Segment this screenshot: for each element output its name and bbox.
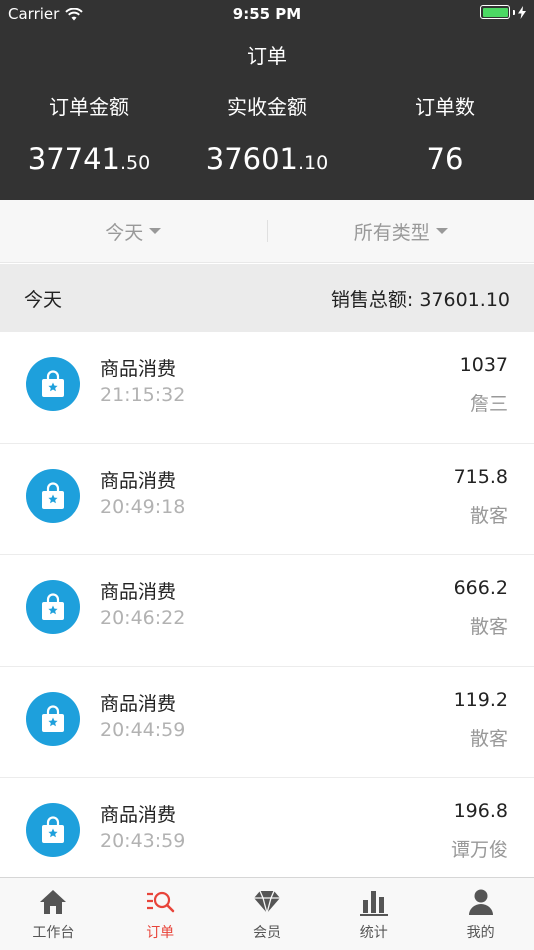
order-row[interactable]: 商品消费 20:43:59 196.8 谭万俊	[0, 778, 534, 890]
order-type: 商品消费	[100, 469, 177, 492]
order-customer: 散客	[469, 504, 508, 527]
stat-order-count: 订单数 76	[356, 92, 534, 180]
diamond-icon	[252, 887, 282, 917]
order-customer: 散客	[469, 727, 508, 750]
tab-members[interactable]: 会员	[214, 878, 321, 950]
order-row[interactable]: 商品消费 21:15:32 1037 詹三	[0, 332, 534, 444]
battery-icon	[480, 5, 510, 19]
shopping-bag-icon	[26, 803, 80, 857]
shopping-bag-icon	[26, 691, 80, 746]
order-amount: 666.2	[453, 577, 508, 599]
stat-value: 37601.10	[178, 142, 356, 180]
order-customer: 散客	[469, 616, 508, 638]
type-filter-label: 所有类型	[353, 221, 430, 244]
stats-row: 订单金额 37741.50 实收金额 37601.10 订单数 76	[0, 92, 534, 180]
header: Carrier 9:55 PM 订单 订单金额 37741.50 实收金额 37…	[0, 0, 534, 200]
battery-indicator	[480, 5, 526, 19]
tab-label: 我的	[466, 925, 495, 941]
date-filter-dropdown[interactable]: 今天	[0, 218, 267, 245]
bar-chart-icon	[359, 887, 389, 917]
date-filter-label: 今天	[105, 221, 144, 244]
stat-label: 实收金额	[227, 95, 307, 119]
order-type: 商品消费	[100, 358, 177, 380]
home-icon	[38, 887, 68, 917]
clock: 9:55 PM	[232, 5, 302, 23]
charging-icon	[518, 5, 526, 19]
order-type: 商品消费	[100, 804, 177, 826]
tab-label: 会员	[252, 925, 281, 941]
order-time: 20:43:59	[100, 830, 186, 852]
order-type: 商品消费	[100, 692, 177, 715]
caret-down-icon	[435, 228, 448, 234]
person-icon	[466, 887, 496, 917]
summary-bar: 今天 销售总额: 37601.10	[0, 264, 534, 332]
status-bar: Carrier 9:55 PM	[0, 0, 534, 28]
order-list: 商品消费 21:15:32 1037 詹三 商品消费 20:49:18 715.…	[0, 332, 534, 890]
sales-total: 销售总额: 37601.10	[330, 288, 510, 311]
order-type: 商品消费	[100, 581, 177, 603]
stat-label: 订单金额	[49, 95, 129, 119]
tab-statistics[interactable]: 统计	[320, 878, 427, 950]
stat-label: 订单数	[415, 95, 475, 119]
order-time: 20:49:18	[100, 495, 186, 518]
shopping-bag-icon	[26, 468, 80, 523]
tab-profile[interactable]: 我的	[427, 878, 534, 950]
order-row[interactable]: 商品消费 20:49:18 715.8 散客	[0, 443, 534, 555]
caret-down-icon	[149, 228, 162, 234]
order-customer: 詹三	[469, 393, 508, 415]
stat-value-int: 76	[426, 142, 464, 176]
tab-label: 统计	[359, 925, 388, 941]
order-amount: 119.2	[453, 688, 508, 711]
page-title: 订单	[247, 44, 287, 68]
order-row[interactable]: 商品消费 20:44:59 119.2 散客	[0, 666, 534, 778]
stat-value-dec: .10	[298, 152, 329, 174]
order-customer: 谭万俊	[450, 839, 508, 861]
summary-period: 今天	[24, 288, 63, 311]
order-amount: 715.8	[453, 465, 508, 488]
tab-bar: 工作台 订单 会员 统计 我的	[0, 877, 534, 950]
type-filter-dropdown[interactable]: 所有类型	[268, 218, 534, 245]
stat-value: 37741.50	[0, 142, 178, 180]
order-time: 21:15:32	[100, 384, 186, 406]
stat-value-int: 37741	[27, 142, 121, 176]
tab-label: 工作台	[32, 925, 75, 941]
order-row[interactable]: 商品消费 20:46:22 666.2 散客	[0, 555, 534, 667]
stat-order-amount: 订单金额 37741.50	[0, 92, 178, 180]
stat-value: 76	[356, 142, 534, 180]
order-amount: 1037	[459, 354, 508, 376]
stat-value-int: 37601	[205, 142, 299, 176]
order-time: 20:44:59	[100, 718, 186, 741]
tab-label: 订单	[146, 925, 175, 941]
shopping-bag-icon	[26, 580, 80, 634]
order-time: 20:46:22	[100, 607, 186, 629]
stat-value-dec: .50	[120, 152, 151, 174]
order-amount: 196.8	[453, 800, 508, 822]
order-search-icon	[145, 887, 175, 917]
tab-orders[interactable]: 订单	[107, 878, 214, 950]
shopping-bag-icon	[26, 357, 80, 411]
filter-bar: 今天 所有类型	[0, 200, 534, 263]
tab-workbench[interactable]: 工作台	[0, 878, 107, 950]
stat-received-amount: 实收金额 37601.10	[178, 92, 356, 180]
